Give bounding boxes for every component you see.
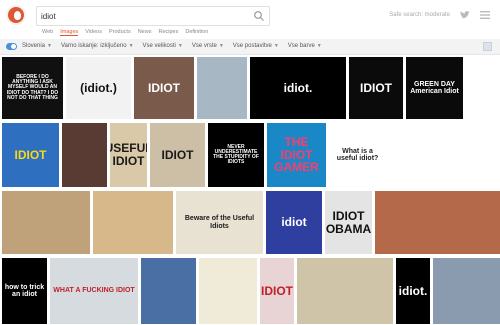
duckduckgo-logo[interactable] bbox=[6, 5, 26, 25]
safe-search-filter-label: Varno iskanje: izključeno bbox=[60, 43, 127, 49]
twitter-icon[interactable] bbox=[460, 11, 470, 19]
image-result[interactable] bbox=[141, 258, 196, 324]
region-filter-label: Slovenia bbox=[22, 43, 46, 49]
image-result[interactable]: idiot. bbox=[396, 258, 430, 324]
image-result[interactable]: WHAT A FUCKING IDIOT bbox=[50, 258, 138, 324]
image-result[interactable]: idiot bbox=[266, 191, 322, 254]
image-result[interactable]: IDIOT bbox=[349, 57, 403, 119]
image-caption: USEFUL IDIOT bbox=[110, 141, 147, 168]
image-caption: NEVER UNDERESTIMATE THE STUPIDITY OF IDI… bbox=[213, 143, 259, 166]
image-caption: Beware of the Useful Idiots bbox=[184, 215, 255, 230]
image-result[interactable]: BEFORE I DO ANYTHING I ASK MYSELF WOULD … bbox=[2, 57, 63, 119]
region-filter[interactable]: Slovenia ▼ bbox=[22, 43, 52, 49]
filter-bar: Slovenia ▼ Varno iskanje: izključeno ▼ Vse… bbox=[0, 39, 500, 55]
image-result[interactable] bbox=[197, 57, 247, 119]
image-result[interactable] bbox=[389, 123, 469, 187]
type-filter-label: Vse vrste bbox=[191, 43, 217, 49]
image-result[interactable]: IDIOT bbox=[2, 123, 59, 187]
search-results-page: Safe search: moderate Web Images Videos … bbox=[0, 0, 500, 325]
chevron-down-icon: ▼ bbox=[218, 43, 224, 49]
image-result[interactable]: (idiot.) bbox=[66, 57, 131, 119]
image-caption: IDIOT OBAMA bbox=[325, 208, 372, 236]
image-result[interactable]: how to trick an idiot bbox=[2, 258, 47, 324]
chevron-down-icon: ▼ bbox=[177, 43, 183, 49]
size-filter[interactable]: Vse velikosti ▼ bbox=[143, 43, 183, 49]
image-result[interactable] bbox=[433, 258, 500, 324]
filters: Slovenia ▼ Varno iskanje: izključeno ▼ Vse… bbox=[22, 43, 322, 49]
tab-definition[interactable]: Definition bbox=[185, 29, 208, 36]
image-caption: THE IDIOT GAMER bbox=[274, 135, 319, 175]
search-icon[interactable] bbox=[253, 10, 265, 22]
header: Safe search: moderate Web Images Videos … bbox=[0, 0, 500, 38]
image-caption: IDIOT bbox=[261, 283, 293, 298]
color-filter[interactable]: Vse barve ▼ bbox=[288, 43, 322, 49]
tab-news[interactable]: News bbox=[138, 29, 152, 36]
image-caption: WHAT A FUCKING IDIOT bbox=[53, 287, 135, 295]
image-caption: IDIOT bbox=[161, 147, 194, 162]
image-result[interactable]: idiot. bbox=[250, 57, 346, 119]
grid-view-icon[interactable] bbox=[483, 42, 492, 51]
tab-products[interactable]: Products bbox=[109, 29, 131, 36]
image-result[interactable]: Beware of the Useful Idiots bbox=[176, 191, 263, 254]
image-result[interactable] bbox=[62, 123, 107, 187]
chevron-down-icon: ▼ bbox=[47, 43, 52, 49]
tab-videos[interactable]: Videos bbox=[85, 29, 102, 36]
image-result[interactable] bbox=[93, 191, 173, 254]
tab-recipes[interactable]: Recipes bbox=[158, 29, 178, 36]
type-filter[interactable]: Vse vrste ▼ bbox=[192, 43, 224, 49]
chevron-down-icon: ▼ bbox=[128, 43, 134, 49]
image-caption: BEFORE I DO ANYTHING I ASK MYSELF WOULD … bbox=[6, 73, 59, 101]
tab-web[interactable]: Web bbox=[42, 29, 53, 36]
layout-filter-label: Vse postavitve bbox=[232, 43, 272, 49]
safe-search-menu[interactable]: Safe search: moderate bbox=[389, 12, 450, 18]
chevron-down-icon: ▼ bbox=[316, 43, 322, 49]
safe-search-filter[interactable]: Varno iskanje: izključeno ▼ bbox=[61, 43, 134, 49]
image-result[interactable]: IDIOT bbox=[150, 123, 205, 187]
image-caption: What is a useful idiot? bbox=[336, 147, 379, 162]
tab-images[interactable]: Images bbox=[60, 29, 79, 36]
size-filter-label: Vse velikosti bbox=[142, 43, 176, 49]
image-result[interactable]: IDIOT OBAMA bbox=[325, 191, 372, 254]
search-input[interactable] bbox=[41, 10, 241, 23]
header-right: Safe search: moderate bbox=[389, 11, 490, 19]
image-caption: (idiot.) bbox=[80, 80, 117, 95]
search-tabs: Web Images Videos Products News Recipes … bbox=[42, 29, 208, 36]
image-result[interactable] bbox=[375, 191, 500, 254]
image-caption: how to trick an idiot bbox=[4, 283, 45, 298]
image-caption: GREEN DAY American Idiot bbox=[410, 80, 459, 95]
layout-filter[interactable]: Vse postavitve ▼ bbox=[233, 43, 279, 49]
image-result[interactable] bbox=[2, 191, 90, 254]
image-caption: idiot. bbox=[398, 283, 428, 298]
search-box[interactable] bbox=[36, 6, 270, 26]
image-result[interactable]: THE IDIOT GAMER bbox=[267, 123, 326, 187]
image-caption: idiot. bbox=[283, 80, 313, 95]
image-caption: IDIOT bbox=[148, 80, 180, 95]
image-result[interactable]: USEFUL IDIOT bbox=[110, 123, 147, 187]
image-result[interactable]: What is a useful idiot? bbox=[329, 123, 386, 187]
image-caption: IDIOT bbox=[360, 80, 392, 95]
image-result[interactable]: NEVER UNDERESTIMATE THE STUPIDITY OF IDI… bbox=[208, 123, 264, 187]
menu-icon[interactable] bbox=[480, 11, 490, 19]
image-result[interactable]: IDIOT bbox=[134, 57, 194, 119]
chevron-down-icon: ▼ bbox=[273, 43, 279, 49]
image-result[interactable]: IDIOT bbox=[260, 258, 294, 324]
color-filter-label: Vse barve bbox=[287, 43, 315, 49]
image-caption: IDIOT bbox=[14, 147, 47, 162]
image-caption: idiot bbox=[281, 215, 307, 230]
region-toggle[interactable] bbox=[6, 43, 17, 50]
image-result[interactable] bbox=[199, 258, 257, 324]
image-result[interactable]: GREEN DAY American Idiot bbox=[406, 57, 463, 119]
image-result[interactable] bbox=[297, 258, 393, 324]
